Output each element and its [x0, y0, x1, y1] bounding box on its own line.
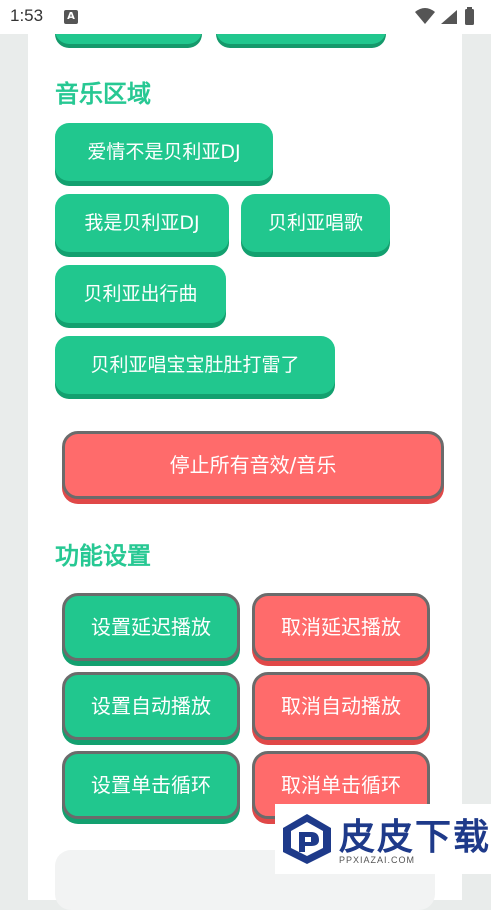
watermark-brand: 皮皮下载 [339, 817, 491, 858]
brand-logo-icon [283, 814, 331, 864]
signal-icon [441, 10, 457, 24]
music-button-i-am-belia-dj[interactable]: 我是贝利亚DJ [55, 194, 229, 252]
watermark-url: PPXIAZAI.COM [339, 855, 416, 865]
cancel-delay-play-button[interactable]: 取消延迟播放 [252, 593, 430, 661]
notification-icon: A [64, 10, 78, 24]
stop-all-button[interactable]: 停止所有音效/音乐 [62, 431, 444, 499]
settings-section-title: 功能设置 [55, 542, 151, 570]
wifi-icon [415, 8, 435, 24]
cancel-auto-play-button[interactable]: 取消自动播放 [252, 672, 430, 740]
watermark: 皮皮下载 PPXIAZAI.COM [275, 804, 491, 874]
music-button-belia-thunder[interactable]: 贝利亚唱宝宝肚肚打雷了 [55, 336, 335, 394]
music-section-title: 音乐区域 [55, 80, 151, 108]
status-time: 1:53 [10, 6, 44, 25]
music-button-belia-sings[interactable]: 贝利亚唱歌 [241, 194, 390, 252]
set-delay-play-button[interactable]: 设置延迟播放 [62, 593, 240, 661]
status-icons [415, 7, 474, 25]
music-button-belia-march[interactable]: 贝利亚出行曲 [55, 265, 226, 323]
music-button-love-not-belia-dj[interactable]: 爱情不是贝利亚DJ [55, 123, 273, 181]
set-auto-play-button[interactable]: 设置自动播放 [62, 672, 240, 740]
status-bar: 1:53 A [0, 0, 491, 34]
battery-icon [465, 9, 474, 25]
set-click-loop-button[interactable]: 设置单击循环 [62, 751, 240, 819]
